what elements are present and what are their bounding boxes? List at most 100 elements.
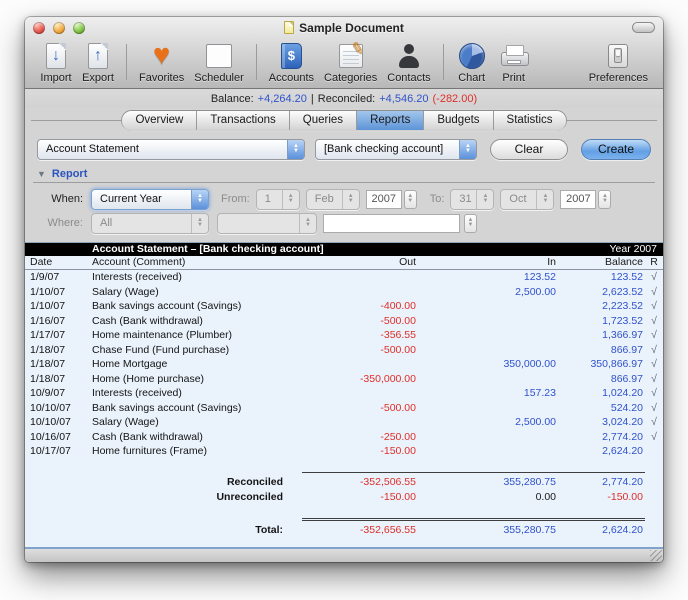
table-row: 10/10/07 Bank savings account (Savings) … — [25, 401, 663, 416]
account-popup[interactable]: [Bank checking account] ▲▼ — [315, 139, 477, 160]
when-label: When: — [37, 193, 83, 205]
table-row: 1/16/07 Cash (Bank withdrawal) -500.00 1… — [25, 314, 663, 329]
separator: | — [311, 93, 314, 105]
document-icon — [284, 21, 294, 34]
from-day-popup: 1 ▲▼ — [256, 189, 300, 210]
table-row: 1/10/07 Bank savings account (Savings) -… — [25, 299, 663, 314]
window-chrome: Sample Document ↓ Import ↑ Export ♥ Favo… — [25, 17, 663, 89]
import-button[interactable]: ↓ Import — [35, 40, 77, 84]
popup-arrows-icon: ▲▼ — [191, 214, 208, 233]
report-disclosure[interactable]: ▼ Report — [25, 165, 663, 182]
person-silhouette-icon — [393, 41, 425, 70]
table-row: 1/18/07 Home (Home purchase) -350,000.00… — [25, 372, 663, 387]
preferences-button[interactable]: Preferences — [584, 40, 653, 84]
from-label: From: — [221, 193, 250, 205]
close-button[interactable] — [33, 22, 45, 34]
export-button[interactable]: ↑ Export — [77, 40, 119, 84]
create-button[interactable]: Create — [581, 139, 651, 160]
notepad-pencil-icon: ✎ — [335, 41, 367, 70]
when-row: When: Current Year ▲▼ From: 1 ▲▼ Feb ▲▼ … — [25, 187, 663, 211]
to-year-field: 2007 — [560, 190, 596, 209]
reconciled-check-icon — [646, 444, 662, 459]
reconciled-check-icon: √ — [646, 386, 662, 401]
heart-icon: ♥ — [146, 41, 178, 70]
reconciled-check-icon: √ — [646, 415, 662, 430]
statement-report: Account Statement – [Bank checking accou… — [25, 242, 663, 549]
preferences-icon — [602, 41, 634, 70]
balance-label: Balance: — [211, 93, 254, 105]
tab-overview[interactable]: Overview — [122, 111, 197, 130]
printer-icon — [498, 41, 530, 70]
minimize-button[interactable] — [53, 22, 65, 34]
reconciled-label: Reconciled: — [318, 93, 375, 105]
toolbar-toggle-button[interactable] — [632, 22, 655, 33]
clear-button[interactable]: Clear — [490, 139, 568, 160]
popup-arrows-icon: ▲▼ — [287, 140, 304, 159]
table-row: 1/10/07 Salary (Wage) 2,500.00 2,623.52 … — [25, 285, 663, 300]
tab-bar: Overview Transactions Queries Reports Bu… — [25, 108, 663, 133]
report-controls: Account Statement ▲▼ [Bank checking acco… — [25, 133, 663, 165]
categories-button[interactable]: ✎ Categories — [319, 40, 382, 84]
tab-statistics[interactable]: Statistics — [494, 111, 566, 130]
resize-grip[interactable] — [650, 550, 662, 561]
statement-period: Year 2007 — [610, 243, 664, 256]
col-out: Out — [287, 256, 419, 269]
tab-transactions[interactable]: Transactions — [197, 111, 289, 130]
window-footer — [25, 549, 663, 562]
contacts-button[interactable]: Contacts — [382, 40, 435, 84]
tab-segments: Overview Transactions Queries Reports Bu… — [122, 111, 565, 130]
scheduler-button[interactable]: Scheduler — [189, 40, 249, 84]
reconciled-total-row: Reconciled -352,506.55 355,280.75 2,774.… — [25, 475, 663, 490]
table-row: 10/16/07 Cash (Bank withdrawal) -250.00 … — [25, 430, 663, 445]
reconciled-check-icon: √ — [646, 299, 662, 314]
table-row: 10/17/07 Home furnitures (Frame) -150.00… — [25, 444, 663, 459]
col-date: Date — [25, 256, 88, 269]
col-account: Account (Comment) — [88, 256, 287, 269]
table-row: 1/18/07 Home Mortgage 350,000.00 350,866… — [25, 357, 663, 372]
favorites-button[interactable]: ♥ Favorites — [134, 40, 189, 84]
where-query-field[interactable] — [323, 214, 460, 233]
pie-chart-icon — [456, 41, 488, 70]
accounts-button[interactable]: $ Accounts — [264, 40, 319, 84]
grand-total-row: Total: -352,656.55 355,280.75 2,624.20 — [25, 523, 663, 538]
table-row: 1/17/07 Home maintenance (Plumber) -356.… — [25, 328, 663, 343]
col-reconciled: R — [646, 256, 662, 269]
disclosure-label: Report — [52, 168, 87, 180]
toolbar: ↓ Import ↑ Export ♥ Favorites Scheduler — [25, 38, 663, 88]
export-icon: ↑ — [82, 41, 114, 70]
toolbar-separator — [443, 44, 444, 80]
print-button[interactable]: Print — [493, 40, 535, 84]
zoom-button[interactable] — [73, 22, 85, 34]
chart-button[interactable]: Chart — [451, 40, 493, 84]
app-window: Sample Document ↓ Import ↑ Export ♥ Favo… — [25, 17, 663, 562]
statement-rows: 1/9/07 Interests (received) 123.52 123.5… — [25, 270, 663, 459]
reconciled-diff: (-282.00) — [433, 93, 478, 105]
tab-budgets[interactable]: Budgets — [424, 111, 493, 130]
account-book-icon: $ — [275, 41, 307, 70]
when-popup[interactable]: Current Year ▲▼ — [91, 189, 209, 210]
from-month-popup: Feb ▲▼ — [306, 189, 360, 210]
toolbar-spacer — [535, 40, 584, 84]
disclosure-triangle-icon[interactable]: ▼ — [37, 169, 46, 179]
balance-value: +4,264.20 — [258, 93, 307, 105]
tab-reports[interactable]: Reports — [357, 111, 424, 130]
reconciled-check-icon: √ — [646, 372, 662, 387]
window-controls — [33, 22, 85, 34]
filter-panel: When: Current Year ▲▼ From: 1 ▲▼ Feb ▲▼ … — [25, 183, 663, 242]
title-bar[interactable]: Sample Document — [25, 17, 663, 38]
table-row: 1/18/07 Chase Fund (Fund purchase) -500.… — [25, 343, 663, 358]
reconciled-check-icon: √ — [646, 401, 662, 416]
grand-total-rule — [302, 518, 645, 521]
reconciled-check-icon: √ — [646, 430, 662, 445]
col-in: In — [419, 256, 559, 269]
popup-arrows-icon: ▲▼ — [299, 214, 316, 233]
reconciled-check-icon: √ — [646, 343, 662, 358]
to-month-popup: Oct ▲▼ — [500, 189, 554, 210]
reconciled-check-icon: √ — [646, 270, 662, 285]
from-year-field: 2007 — [366, 190, 402, 209]
popup-arrows-icon: ▲▼ — [459, 140, 476, 159]
tab-queries[interactable]: Queries — [290, 111, 357, 130]
unreconciled-total-row: Unreconciled -150.00 0.00 -150.00 — [25, 490, 663, 505]
report-type-popup[interactable]: Account Statement ▲▼ — [37, 139, 305, 160]
to-label: To: — [430, 193, 445, 205]
